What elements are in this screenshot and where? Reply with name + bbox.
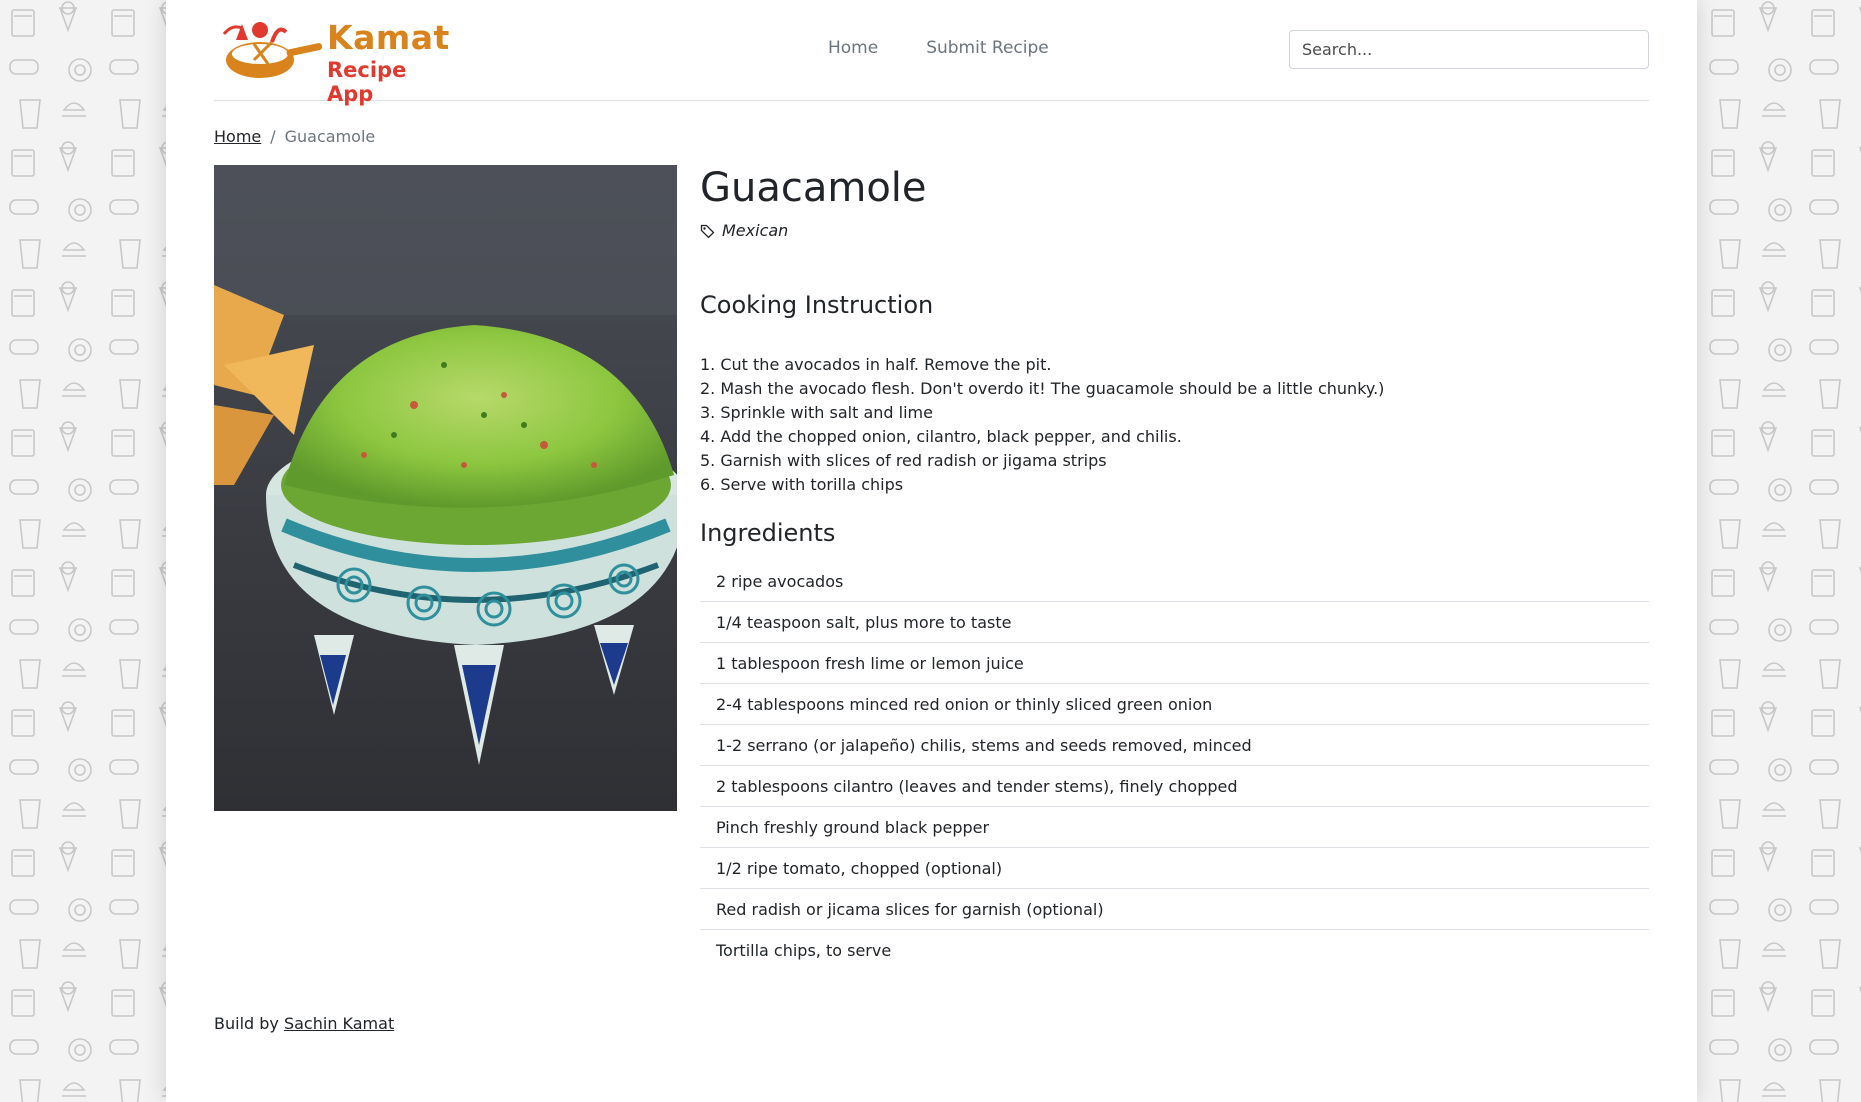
ingredient-item: 2 tablespoons cilantro (leaves and tende…: [700, 766, 1649, 807]
brand-title: Kamat: [327, 18, 450, 57]
site-header: Kamat Recipe App Home Submit Recipe: [214, 0, 1649, 106]
recipe-photo: [214, 165, 677, 811]
nav-submit-recipe-link[interactable]: Submit Recipe: [926, 38, 1049, 58]
instructions-list: 1. Cut the avocados in half. Remove the …: [700, 353, 1384, 497]
pan-logo-icon: [222, 22, 323, 78]
search-input[interactable]: [1289, 30, 1649, 69]
nav-home-link[interactable]: Home: [828, 38, 878, 58]
ingredient-item: 1/2 ripe tomato, chopped (optional): [700, 848, 1649, 889]
breadcrumb-separator: /: [270, 127, 276, 146]
ingredients-heading: Ingredients: [700, 519, 836, 547]
page-card: Kamat Recipe App Home Submit Recipe Home…: [166, 0, 1697, 1102]
ingredient-item: 2-4 tablespoons minced red onion or thin…: [700, 684, 1649, 725]
footer-prefix: Build by: [214, 1014, 279, 1033]
ingredient-item: Red radish or jicama slices for garnish …: [700, 889, 1649, 930]
breadcrumb-current: Guacamole: [284, 127, 376, 146]
ingredient-item: 1 tablespoon fresh lime or lemon juice: [700, 643, 1649, 684]
main-nav: Home Submit Recipe: [828, 38, 1049, 58]
ingredient-item: 1/4 teaspoon salt, plus more to taste: [700, 602, 1649, 643]
instruction-step: 2. Mash the avocado flesh. Don't overdo …: [700, 379, 1385, 398]
ingredient-item: 1-2 serrano (or jalapeño) chilis, stems …: [700, 725, 1649, 766]
recipe-category: Mexican: [700, 221, 788, 240]
instruction-step: 4. Add the chopped onion, cilantro, blac…: [700, 427, 1182, 446]
ingredient-item: Tortilla chips, to serve: [716, 941, 892, 960]
breadcrumb: Home / Guacamole: [214, 127, 375, 146]
ingredients-list: 2 ripe avocados 1/4 teaspoon salt, plus …: [700, 561, 1649, 971]
instruction-step: 3. Sprinkle with salt and lime: [700, 403, 933, 422]
brand-logo[interactable]: Kamat Recipe App: [214, 14, 449, 106]
breadcrumb-home-link[interactable]: Home: [214, 127, 261, 146]
main-container: Kamat Recipe App Home Submit Recipe Home…: [214, 0, 1649, 1033]
recipe-title: Guacamole: [700, 165, 927, 211]
instructions-heading: Cooking Instruction: [700, 291, 934, 319]
instruction-step: 1. Cut the avocados in half. Remove the …: [700, 355, 1052, 374]
instruction-step: 6. Serve with torilla chips: [700, 475, 904, 494]
tag-icon: [700, 224, 715, 238]
ingredient-item: Pinch freshly ground black pepper: [700, 807, 1649, 848]
footer-author-link[interactable]: Sachin Kamat: [284, 1014, 394, 1033]
site-footer: Build by Sachin Kamat: [214, 1014, 394, 1033]
instruction-step: 5. Garnish with slices of red radish or …: [700, 451, 1107, 470]
recipe-category-label: Mexican: [722, 221, 789, 240]
ingredient-item: 2 ripe avocados: [700, 561, 1649, 602]
brand-subtitle: Recipe App: [327, 58, 407, 106]
